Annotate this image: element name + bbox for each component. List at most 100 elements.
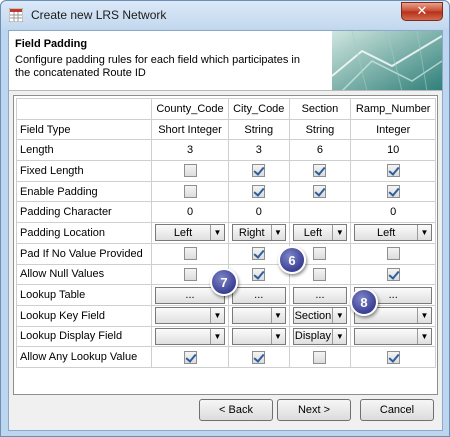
dialog-window: Create new LRS Network ✕ Field Padding C…	[0, 0, 450, 437]
header-row: County_Code City_Code Section Ramp_Numbe…	[16, 98, 436, 120]
dropdown-arrow-icon: ▼	[270, 328, 285, 344]
map-banner-image	[332, 31, 442, 90]
allow-null-checkbox[interactable]	[183, 267, 197, 281]
row-label: Pad If No Value Provided	[16, 242, 152, 265]
dropdown-arrow-icon: ▼	[417, 328, 431, 344]
dropdown-arrow-icon: ▼	[270, 225, 285, 241]
row-label: Field Type	[16, 118, 152, 141]
dialog-client: Field Padding Configure padding rules fo…	[8, 30, 443, 431]
dropdown-arrow-icon: ▼	[417, 308, 431, 324]
padding-table: County_Code City_Code Section Ramp_Numbe…	[16, 98, 436, 368]
dropdown-arrow-icon: ▼	[332, 225, 346, 241]
fixed-length-checkbox[interactable]	[386, 164, 400, 178]
lookup-key-field-dropdown[interactable]: ▼	[232, 307, 286, 325]
lookup-key-field-dropdown[interactable]: Section ▼	[292, 307, 348, 325]
lookup-display-field-dropdown[interactable]: ▼	[232, 327, 286, 345]
close-button[interactable]: ✕	[401, 2, 443, 21]
padding-location-dropdown[interactable]: Left ▼	[354, 224, 432, 242]
dropdown-arrow-icon: ▼	[270, 308, 285, 324]
row-label: Allow Any Lookup Value	[16, 346, 152, 368]
cell-field-type: String	[228, 118, 290, 141]
lookup-display-field-dropdown[interactable]: ▼	[354, 327, 432, 345]
enable-padding-checkbox[interactable]	[386, 185, 400, 199]
allow-null-checkbox[interactable]	[313, 267, 327, 281]
cell-field-type: Integer	[350, 118, 436, 141]
allow-any-lookup-checkbox[interactable]	[252, 350, 266, 364]
dropdown-arrow-icon: ▼	[210, 328, 224, 344]
cell-length[interactable]: 3	[228, 139, 290, 162]
next-button[interactable]: Next >	[277, 399, 351, 421]
pad-if-no-value-checkbox[interactable]	[252, 247, 266, 261]
row-padding-location: Padding Location Left ▼ Right ▼ Left ▼ Left…	[16, 222, 436, 244]
cancel-button[interactable]: Cancel	[360, 399, 434, 421]
row-fixed-length: Fixed Length	[16, 160, 436, 182]
wizard-header: Field Padding Configure padding rules fo…	[9, 31, 442, 91]
cell-length[interactable]: 10	[350, 139, 436, 162]
padding-location-dropdown[interactable]: Right ▼	[232, 224, 286, 242]
enable-padding-checkbox[interactable]	[313, 185, 327, 199]
pad-if-no-value-checkbox[interactable]	[313, 247, 327, 261]
title-bar: Create new LRS Network ✕	[1, 1, 449, 29]
allow-any-lookup-checkbox[interactable]	[313, 350, 327, 364]
cell-padding-character[interactable]: 0	[151, 201, 229, 224]
dropdown-arrow-icon: ▼	[210, 308, 224, 324]
column-header-section: Section	[288, 98, 352, 120]
cell-padding-character[interactable]	[288, 201, 352, 224]
callout-8: 8	[350, 288, 378, 316]
window-title: Create new LRS Network	[31, 8, 167, 22]
dropdown-arrow-icon: ▼	[417, 225, 431, 241]
allow-any-lookup-checkbox[interactable]	[386, 350, 400, 364]
lrs-network-icon	[9, 8, 23, 22]
page-title: Field Padding	[15, 38, 88, 50]
allow-null-checkbox[interactable]	[386, 267, 400, 281]
column-header-city-code: City_Code	[228, 98, 290, 120]
fixed-length-checkbox[interactable]	[183, 164, 197, 178]
lookup-table-browse-button[interactable]: ...	[232, 286, 286, 304]
lookup-table-browse-button[interactable]: ...	[292, 286, 348, 304]
row-label: Padding Location	[16, 222, 152, 244]
field-padding-grid: County_Code City_Code Section Ramp_Numbe…	[13, 95, 438, 395]
close-icon: ✕	[416, 4, 428, 19]
page-description: Configure padding rules for each field w…	[15, 54, 300, 79]
row-label: Lookup Display Field	[16, 325, 152, 348]
dropdown-arrow-icon: ▼	[332, 328, 346, 344]
column-header-ramp-number: Ramp_Number	[350, 98, 436, 120]
fixed-length-checkbox[interactable]	[313, 164, 327, 178]
cell-length[interactable]: 3	[151, 139, 229, 162]
dropdown-arrow-icon: ▼	[332, 308, 346, 324]
row-label: Fixed Length	[16, 160, 152, 182]
row-lookup-display-field: Lookup Display Field ▼ ▼ Display ▼ ▼	[16, 325, 436, 348]
padding-location-dropdown[interactable]: Left ▼	[292, 224, 348, 242]
row-label: Allow Null Values	[16, 263, 152, 286]
lookup-display-field-dropdown[interactable]: ▼	[155, 327, 225, 345]
allow-null-checkbox[interactable]	[252, 267, 266, 281]
pad-if-no-value-checkbox[interactable]	[386, 247, 400, 261]
dropdown-arrow-icon: ▼	[210, 225, 224, 241]
back-button[interactable]: < Back	[199, 399, 273, 421]
cell-padding-character[interactable]: 0	[228, 201, 290, 224]
row-enable-padding: Enable Padding	[16, 180, 436, 203]
corner-cell	[16, 98, 152, 120]
row-label: Lookup Table	[16, 284, 152, 306]
allow-any-lookup-checkbox[interactable]	[183, 350, 197, 364]
lookup-display-field-dropdown[interactable]: Display ▼	[292, 327, 348, 345]
row-field-type: Field Type Short Integer String String I…	[16, 118, 436, 141]
column-header-county-code: County_Code	[151, 98, 229, 120]
cell-field-type: String	[288, 118, 352, 141]
row-pad-if-no-value: Pad If No Value Provided	[16, 242, 436, 265]
padding-location-dropdown[interactable]: Left ▼	[155, 224, 225, 242]
row-length: Length 3 3 6 10	[16, 139, 436, 162]
cell-length[interactable]: 6	[288, 139, 352, 162]
row-label: Lookup Key Field	[16, 304, 152, 327]
callout-6: 6	[278, 246, 306, 274]
pad-if-no-value-checkbox[interactable]	[183, 247, 197, 261]
row-padding-character: Padding Character 0 0 0	[16, 201, 436, 224]
cell-padding-character[interactable]: 0	[350, 201, 436, 224]
fixed-length-checkbox[interactable]	[252, 164, 266, 178]
lookup-key-field-dropdown[interactable]: ▼	[155, 307, 225, 325]
enable-padding-checkbox[interactable]	[183, 185, 197, 199]
enable-padding-checkbox[interactable]	[252, 185, 266, 199]
callout-7: 7	[210, 268, 238, 296]
row-label: Enable Padding	[16, 180, 152, 203]
row-allow-any-lookup: Allow Any Lookup Value	[16, 346, 436, 368]
